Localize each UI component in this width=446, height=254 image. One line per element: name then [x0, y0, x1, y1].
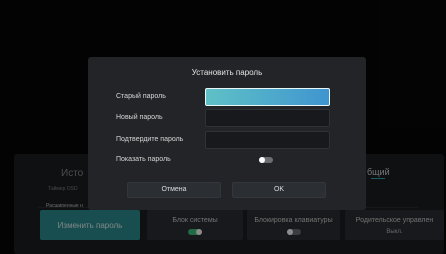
dialog-title: Установить пароль	[191, 68, 263, 77]
cancel-button[interactable]: Отмена	[127, 182, 221, 198]
confirm-password-label: Подтвердите пароль	[116, 136, 184, 143]
ok-button[interactable]: OK	[232, 182, 326, 198]
show-password-label: Показать пароль	[116, 156, 171, 163]
old-password-label: Старый пароль	[116, 93, 166, 100]
new-password-input[interactable]	[205, 109, 330, 127]
old-password-input[interactable]	[205, 88, 330, 106]
set-password-dialog: Установить пароль Старый пароль Новый па…	[88, 57, 366, 210]
show-password-toggle[interactable]	[259, 157, 273, 163]
screen: Исто бщий Таймер OSD Расширенные н Измен…	[0, 0, 446, 254]
toggle-knob	[259, 157, 265, 163]
confirm-password-input[interactable]	[205, 131, 330, 149]
new-password-label: Новый пароль	[116, 114, 163, 121]
